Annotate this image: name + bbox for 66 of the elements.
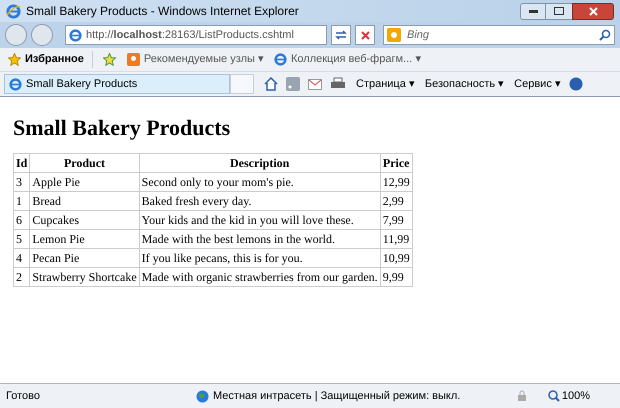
command-menu[interactable]: Сервис ▾ [514,76,561,92]
address-field[interactable]: http://localhost:28163/ListProducts.cshtml [65,25,327,45]
window-title: Small Bakery Products - Windows Internet Explorer [26,3,299,20]
page-heading: Small Bakery Products [13,117,232,139]
refresh-button[interactable] [331,25,351,45]
browser-tab[interactable]: Small Bakery Products [4,74,230,94]
security-zone-text: Местная интрасеть | Защищенный режим: выкл. [213,388,460,404]
star-icon [8,53,21,66]
table-cell: 2,99 [380,192,412,210]
table-cell: 1 [14,192,30,210]
globe-icon [196,390,209,402]
minimize-button[interactable] [520,2,546,20]
favorites-bar-link[interactable]: Рекомендуемые узлы ▾ [126,51,264,68]
table-cell: Second only to your mom's pie. [139,172,380,192]
column-header: Price [380,154,412,172]
table-cell: 12,99 [380,172,412,192]
table-cell: 9,99 [380,268,412,286]
table-cell: 2 [14,268,30,286]
status-text: Готово [6,388,41,404]
table-cell: 4 [14,248,30,268]
column-header: Id [14,154,30,172]
mail-icon[interactable] [308,78,322,90]
favorites-button[interactable]: Избранное [8,51,93,68]
close-icon [588,6,598,16]
browser-logo-icon [6,4,21,18]
table-cell: Apple Pie [30,172,140,192]
table-cell: Lemon Pie [30,230,140,248]
table-cell: Made with the best lemons in the world. [139,230,380,248]
browser-logo-icon [69,28,82,42]
table-cell: Your kids and the kid in you will love these. [139,210,380,230]
table-cell: If you like pecans, this is for you. [139,248,380,268]
column-header: Description [139,154,380,172]
url-text: http://localhost:28163/ListProducts.cshtml [86,28,294,43]
table-cell: 7,99 [380,210,412,230]
printer-icon[interactable] [330,77,346,91]
stop-button[interactable] [355,25,375,45]
table-cell: 5 [14,230,30,248]
stop-icon [360,30,370,40]
table-cell: 6 [14,210,30,230]
maximize-icon [554,7,564,15]
table-cell: Baked fresh every day. [139,192,380,210]
table-cell: Bread [30,192,140,210]
maximize-button[interactable] [546,2,572,20]
browser-logo-icon [9,78,22,90]
table-cell: Pecan Pie [30,248,140,268]
table-cell: Strawberry Shortcake [30,268,140,286]
search-icon[interactable] [599,29,611,41]
minimize-icon [528,10,538,12]
bing-logo-icon [387,28,401,42]
search-field[interactable]: Bing [407,26,593,44]
browser-logo-icon [274,53,287,66]
zoom-level[interactable]: 100% [562,388,590,404]
table-cell: 10,99 [380,248,412,268]
command-menu[interactable]: Страница ▾ [356,76,415,92]
home-icon[interactable] [264,77,278,91]
table-cell: Cupcakes [30,210,140,230]
table-cell: Made with organic strawberries from our garden. [139,268,380,286]
arrows-icon [335,30,347,40]
zoom-icon [548,390,560,402]
table-cell: 3 [14,172,30,192]
search-bar[interactable]: Bing [383,25,615,45]
close-button[interactable] [572,2,614,20]
column-header: Product [30,154,140,172]
favorites-bar-link[interactable]: Коллекция веб-фрагм... ▾ [274,51,422,68]
table-cell: 11,99 [380,230,412,248]
command-menu[interactable]: Безопасность ▾ [424,76,504,92]
